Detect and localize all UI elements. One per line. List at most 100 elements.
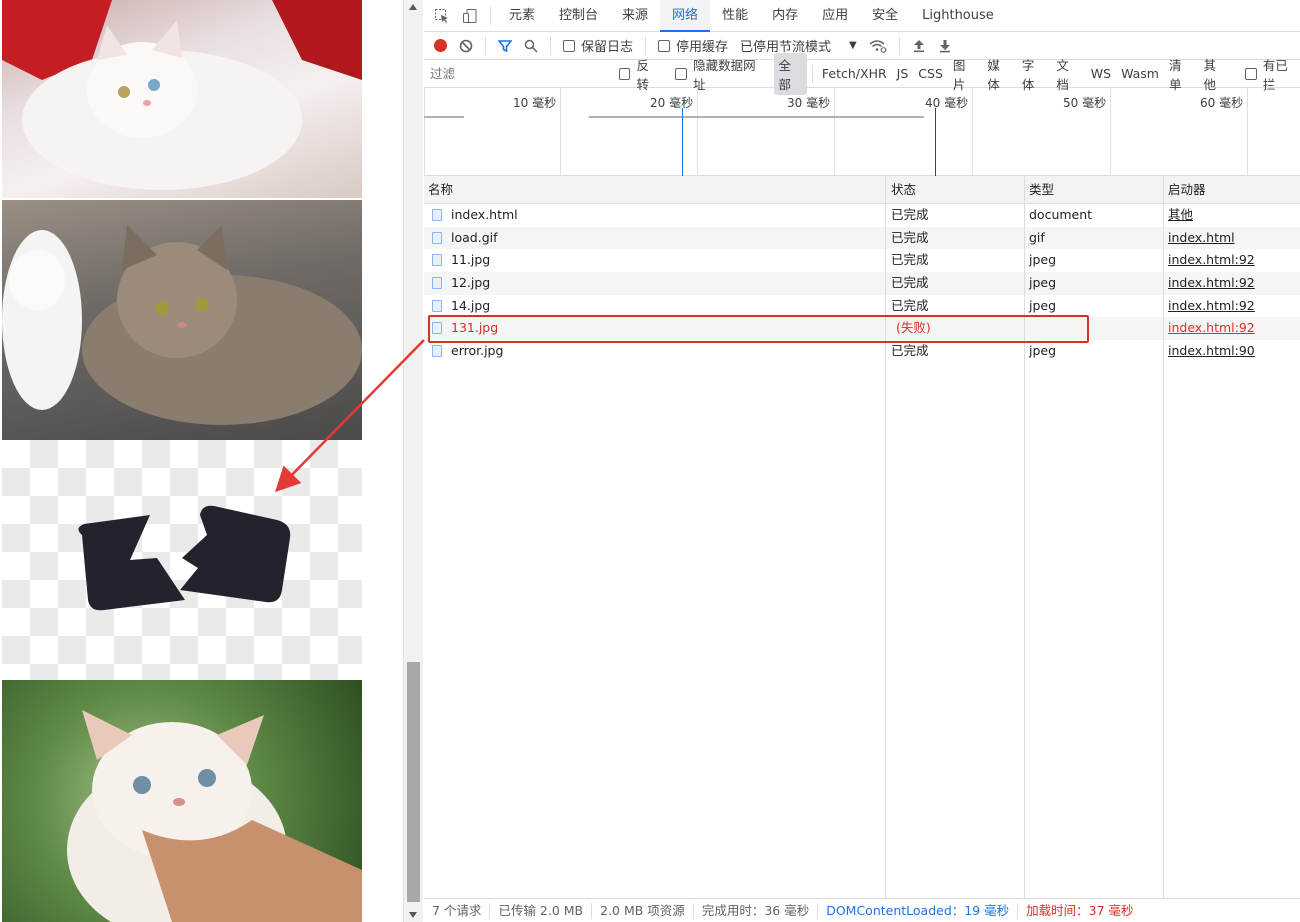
request-initiator[interactable]: index.html:92 [1168, 295, 1255, 317]
tab-sources[interactable]: 来源 [610, 0, 660, 32]
device-toolbar-icon[interactable] [456, 2, 484, 30]
request-name[interactable]: 14.jpg [451, 295, 490, 317]
checkbox-box[interactable] [658, 39, 671, 52]
record-icon [434, 39, 447, 52]
export-har-button[interactable] [938, 39, 952, 53]
request-type: jpeg [1029, 297, 1057, 313]
filter-type-js[interactable]: JS [893, 64, 913, 83]
timeline-tick-label: 50 毫秒 [1063, 96, 1107, 110]
timeline-gridline: 40 毫秒 [925, 88, 973, 176]
request-initiator[interactable]: index.html:92 [1168, 272, 1255, 294]
tab-performance[interactable]: 性能 [710, 0, 760, 32]
devtools-panel: 元素 控制台 来源 网络 性能 内存 应用 安全 Lighthouse 保留日志… [424, 0, 1300, 922]
blocked-requests-label: 有已拦 [1262, 57, 1288, 92]
tab-elements[interactable]: 元素 [497, 0, 547, 32]
timeline-request-bar [589, 116, 924, 118]
page-scrollbar[interactable] [403, 0, 423, 922]
tab-console[interactable]: 控制台 [547, 0, 610, 32]
tabbar-divider [490, 6, 491, 25]
timeline-gridline [424, 88, 425, 176]
invert-checkbox[interactable]: 反转 [618, 55, 662, 93]
devtools-tabbar: 元素 控制台 来源 网络 性能 内存 应用 安全 Lighthouse [424, 0, 1300, 32]
filter-type-fetch-xhr[interactable]: Fetch/XHR [818, 64, 891, 83]
tab-lighthouse[interactable]: Lighthouse [910, 0, 1006, 32]
column-header-name[interactable]: 名称 [428, 176, 453, 204]
filter-divider [811, 64, 813, 83]
request-name[interactable]: 12.jpg [451, 272, 490, 294]
tab-application[interactable]: 应用 [810, 0, 860, 32]
file-icon [432, 231, 442, 244]
import-har-button[interactable] [912, 39, 926, 53]
checkbox-box[interactable] [618, 67, 631, 80]
table-row[interactable]: error.jpg 已完成 jpeg index.html:90 [424, 340, 1300, 363]
timeline-gridline: 20 毫秒 [650, 88, 698, 176]
failed-request-highlight-box [428, 315, 1089, 343]
request-initiator: 其他 [1168, 207, 1194, 222]
request-initiator[interactable]: index.html:92 [1168, 249, 1255, 271]
request-name[interactable]: load.gif [451, 227, 498, 249]
column-divider[interactable] [1163, 176, 1164, 898]
column-header-type[interactable]: 类型 [1029, 176, 1054, 204]
tab-memory[interactable]: 内存 [760, 0, 810, 32]
request-initiator[interactable]: index.html:92 [1168, 317, 1255, 339]
request-status: 已完成 [891, 252, 929, 268]
request-initiator[interactable]: index.html:90 [1168, 340, 1255, 362]
filter-toggle-button[interactable] [498, 39, 512, 53]
filter-type-ws[interactable]: WS [1087, 64, 1115, 83]
checkbox-box[interactable] [1244, 67, 1257, 80]
resources-size: 2.0 MB 项资源 [592, 902, 694, 919]
request-name[interactable]: 11.jpg [451, 249, 490, 271]
file-icon [432, 299, 442, 312]
upload-icon [913, 39, 924, 52]
search-button[interactable] [524, 39, 538, 53]
tab-security[interactable]: 安全 [860, 0, 910, 32]
disable-cache-checkbox[interactable]: 停用缓存 [658, 36, 728, 55]
network-summary-bar: 7 个请求 已传输 2.0 MB 2.0 MB 项资源 完成用时：36 毫秒 D… [424, 898, 1300, 922]
request-type: jpeg [1029, 343, 1057, 359]
preserve-log-checkbox[interactable]: 保留日志 [563, 36, 633, 55]
network-overview-timeline[interactable]: 10 毫秒 20 毫秒 30 毫秒 40 毫秒 50 毫秒 60 毫秒 [424, 88, 1300, 176]
scrollbar-thumb[interactable] [407, 662, 420, 902]
requests-table-header: 名称 状态 类型 启动器 [424, 176, 1300, 204]
broken-image-icon [78, 505, 291, 611]
filter-input[interactable] [428, 63, 605, 84]
scroll-up-icon[interactable] [409, 4, 417, 10]
timeline-gridline: 50 毫秒 [1063, 88, 1111, 176]
table-row[interactable]: index.html 已完成 document 其他 [424, 204, 1300, 227]
file-icon [432, 254, 442, 267]
request-type: gif [1029, 229, 1045, 245]
transferred-size: 已传输 2.0 MB [490, 902, 593, 919]
request-type: jpeg [1029, 275, 1057, 291]
scroll-down-icon[interactable] [409, 912, 417, 918]
column-divider[interactable] [885, 176, 886, 898]
filter-type-css[interactable]: CSS [914, 64, 947, 83]
table-row[interactable]: load.gif 已完成 gif index.html [424, 226, 1300, 250]
record-button[interactable] [434, 39, 447, 52]
timeline-request-bar [424, 116, 464, 118]
blocked-requests-checkbox[interactable]: 有已拦 [1244, 55, 1300, 93]
hide-data-urls-label: 隐藏数据网址 [693, 57, 756, 92]
hide-data-urls-checkbox[interactable]: 隐藏数据网址 [675, 55, 767, 93]
column-divider[interactable] [1024, 176, 1025, 898]
invert-label: 反转 [636, 57, 649, 92]
timeline-tick-label: 20 毫秒 [650, 96, 694, 110]
dropdown-arrow-icon: ▼ [849, 40, 857, 51]
clear-button[interactable] [459, 39, 473, 53]
table-row[interactable]: 12.jpg 已完成 jpeg index.html:92 [424, 272, 1300, 295]
filter-type-wasm[interactable]: Wasm [1117, 64, 1163, 83]
table-row[interactable]: 11.jpg 已完成 jpeg index.html:92 [424, 249, 1300, 272]
request-name[interactable]: index.html [451, 204, 518, 226]
toolbar-divider [645, 36, 647, 55]
column-header-status[interactable]: 状态 [891, 176, 916, 204]
request-initiator[interactable]: index.html [1168, 227, 1235, 249]
checkbox-box[interactable] [563, 39, 575, 52]
checkbox-box[interactable] [675, 67, 688, 80]
disable-cache-label: 停用缓存 [676, 40, 729, 55]
inspect-element-icon[interactable] [428, 2, 456, 30]
network-conditions-button[interactable] [869, 39, 887, 53]
load-event-marker [935, 108, 936, 176]
request-name[interactable]: error.jpg [451, 340, 503, 362]
column-header-initiator[interactable]: 启动器 [1168, 176, 1206, 204]
tab-network[interactable]: 网络 [660, 0, 711, 32]
timeline-tick-label: 30 毫秒 [787, 96, 831, 110]
